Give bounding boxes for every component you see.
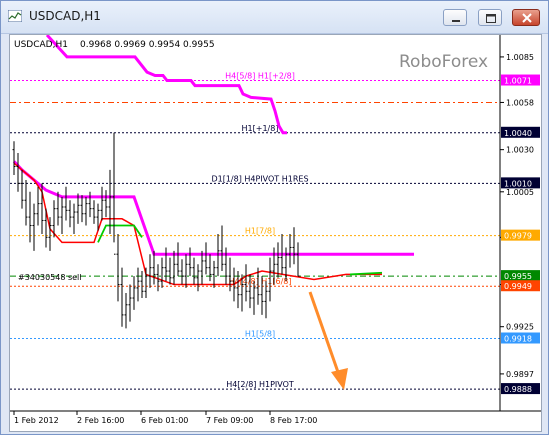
price-tag: 0.9918 xyxy=(504,334,532,343)
price-tag: 0.9955 xyxy=(504,272,532,281)
level-label: H1[5/8] xyxy=(245,329,275,338)
y-tick-label: 1.0085 xyxy=(506,53,534,62)
chart-symbol-label: USDCAD,H1 xyxy=(14,40,68,50)
x-tick-label: 7 Feb 09:00 xyxy=(206,416,253,425)
maximize-icon xyxy=(486,14,496,23)
level-label: D1[1/8] H4PIVOT H1RES xyxy=(211,174,308,183)
window-title: USDCAD,H1 xyxy=(29,9,101,23)
minimize-icon xyxy=(452,20,460,22)
price-tags: 1.0071 1.0040 1.0010 0.9979 0.99550.9949 0.99… xyxy=(501,74,540,395)
forecast-arrow xyxy=(308,291,348,390)
close-icon xyxy=(522,13,532,23)
y-tick-label: 1.0030 xyxy=(506,146,534,155)
minimize-button[interactable] xyxy=(443,9,467,26)
y-tick-label: 0.9925 xyxy=(506,323,534,332)
title-bar[interactable]: USDCAD,H1 xyxy=(1,1,548,34)
y-tick-label: 1.0005 xyxy=(506,188,534,197)
maximize-button[interactable] xyxy=(478,9,502,26)
x-tick-label: 6 Feb 01:00 xyxy=(141,416,188,425)
level-label: H4[2/8] H1PIVOT xyxy=(226,380,294,389)
chart-window: USDCAD,H1 H4[5/8] H1[+2/8] H1[+1/8] D1[1/8… xyxy=(0,0,549,435)
y-tick-label: 0.9897 xyxy=(506,370,534,379)
level-label: H4[5/8] H1[+2/8] xyxy=(225,72,295,81)
chart-app-icon xyxy=(8,10,22,22)
indicator-lines-layer xyxy=(12,33,414,286)
price-axis: 1.00851.00581.00301.00050.99780.99500.99… xyxy=(500,53,534,379)
price-chart[interactable]: H4[5/8] H1[+2/8] H1[+1/8] D1[1/8] H4PIVOT … xyxy=(10,33,541,431)
ohlc-readout: 0.9968 0.9969 0.9954 0.9955 xyxy=(80,40,215,50)
x-tick-label: 2 Feb 16:00 xyxy=(77,416,124,425)
level-label: H1[+1/8] xyxy=(242,124,279,133)
x-tick-label: 1 Feb 2012 xyxy=(14,416,59,425)
time-axis: 1 Feb 2012 2 Feb 16:00 6 Feb 01:00 7 Feb 09… xyxy=(13,411,317,425)
price-tag: 1.0071 xyxy=(504,77,532,86)
chart-area[interactable]: H4[5/8] H1[+2/8] H1[+1/8] D1[1/8] H4PIVOT … xyxy=(9,33,542,432)
price-tag: 0.9888 xyxy=(504,385,532,394)
y-tick-label: 1.0058 xyxy=(506,98,534,107)
price-tag: 0.9949 xyxy=(504,282,532,291)
trade-label: #34030548 sell xyxy=(18,273,82,282)
price-tag: 0.9979 xyxy=(504,232,532,241)
price-tag: 1.0010 xyxy=(504,179,532,188)
x-tick-label: 8 Feb 17:00 xyxy=(270,416,317,425)
level-label: H1[7/8] xyxy=(245,227,275,236)
levels-layer: H4[5/8] H1[+2/8] H1[+1/8] D1[1/8] H4PIVOT … xyxy=(10,72,500,390)
close-button[interactable] xyxy=(512,9,540,26)
watermark-text: RoboForex xyxy=(399,52,488,72)
price-tag: 1.0040 xyxy=(504,129,532,138)
